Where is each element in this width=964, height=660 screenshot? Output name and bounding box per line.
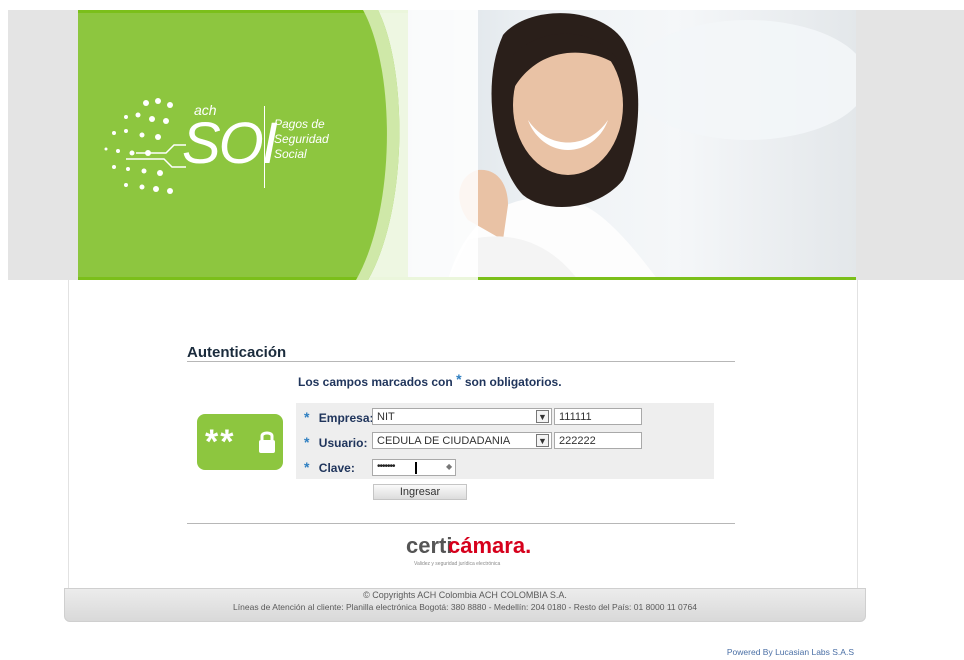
required-note-suffix: son obligatorios. [464,375,562,389]
chevron-down-icon[interactable]: ▼ [536,410,549,423]
chevron-down-icon[interactable]: ▼ [536,434,549,447]
password-stars: ** [205,423,236,461]
usuario-id-input[interactable]: 222222 [554,432,642,449]
copyright-text: © Copyrights ACH Colombia ACH COLOMBIA S… [363,590,567,600]
empresa-id-input[interactable]: 111111 [554,408,642,425]
submit-button[interactable]: Ingresar [373,484,467,500]
usuario-row: * Usuario: [304,434,367,450]
cert-logo-tagline: Validez y seguridad jurídica electrónica [414,561,501,567]
password-dots: ••••••• [377,461,395,472]
brand-divider [264,106,265,188]
required-star-icon: * [456,371,462,387]
tagline-line-1: Pagos de [274,117,325,131]
certicamara-logo: certi cámara. Validez y seguridad jurídi… [406,533,531,567]
auth-title: Autenticación [187,344,287,361]
right-side-band [856,10,964,280]
footer-divider [187,523,735,524]
password-input[interactable]: ••••••• ◆ [372,459,456,476]
clave-label: Clave: [318,461,355,475]
empresa-row: * Empresa: [304,409,374,425]
required-icon: * [304,434,310,450]
empresa-type-value: NIT [377,411,395,423]
empresa-label: Empresa: [318,411,374,425]
required-icon: * [304,459,310,475]
required-icon: * [304,409,310,425]
brand-tagline: Pagos de Seguridad Social [274,117,329,162]
cert-logo-part2: cámara. [448,533,532,558]
left-side-band [8,10,78,280]
usuario-label: Usuario: [318,436,368,450]
powered-by-link[interactable]: Powered By Lucasian Labs S.A.S [727,647,854,657]
dots-logo-icon [104,98,186,194]
text-cursor [415,462,417,474]
usuario-type-value: CEDULA DE CIUDADANIA [377,435,511,447]
clave-row: * Clave: [304,459,355,475]
usuario-type-select[interactable]: CEDULA DE CIUDADANIA ▼ [372,432,552,449]
reveal-password-icon[interactable]: ◆ [446,462,452,471]
required-note: Los campos marcados con * son obligatori… [298,371,562,389]
lock-icon [259,431,275,453]
empresa-type-select[interactable]: NIT ▼ [372,408,552,425]
tagline-line-3: Social [274,147,307,161]
auth-divider [187,361,735,362]
lock-badge: ** [197,414,283,470]
brand-soi: SOI [182,111,278,176]
required-note-prefix: Los campos marcados con [298,375,453,389]
tagline-line-2: Seguridad [274,132,329,146]
cert-logo-part1: certi [406,533,453,558]
customer-service-text: Líneas de Atención al cliente: Planilla … [233,602,697,612]
header-banner: ach SOI Pagos de Seguridad Social [78,10,856,280]
